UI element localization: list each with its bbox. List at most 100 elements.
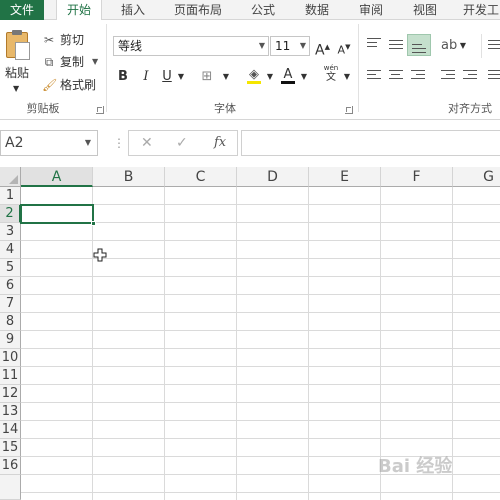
tab-view[interactable]: 视图: [404, 0, 446, 20]
row-header[interactable]: 2: [0, 205, 21, 223]
phonetic-guide-button[interactable]: wén 文: [321, 64, 341, 84]
format-painter-icon: 🖌: [42, 77, 58, 92]
phonetic-top-glyph: wén: [323, 64, 339, 72]
cut-label: 剪切: [60, 33, 85, 47]
row-header[interactable]: [0, 475, 21, 500]
enter-icon[interactable]: ✓: [176, 135, 188, 151]
align-bottom-icon: [412, 44, 426, 56]
orientation-icon[interactable]: ab: [441, 37, 457, 55]
name-box-value: A2: [5, 135, 24, 151]
formula-input[interactable]: [241, 130, 500, 156]
row-header[interactable]: 8: [0, 313, 21, 331]
shrink-font-button[interactable]: A▼: [337, 38, 351, 57]
grow-font-button[interactable]: A▲: [315, 38, 330, 59]
borders-icon[interactable]: ⊞: [200, 68, 214, 86]
column-header[interactable]: E: [309, 167, 381, 187]
group-divider: [358, 24, 359, 112]
bold-button[interactable]: B: [116, 68, 130, 86]
decrease-indent-icon[interactable]: [441, 70, 455, 82]
row-header[interactable]: 7: [0, 295, 21, 313]
increase-indent-icon[interactable]: [463, 70, 477, 82]
align-right-icon[interactable]: [411, 70, 425, 82]
row-header[interactable]: 15: [0, 439, 21, 457]
select-all-button[interactable]: [0, 167, 21, 187]
align-center-icon[interactable]: [389, 70, 403, 82]
shrink-font-glyph: A: [337, 43, 346, 57]
row-header[interactable]: 14: [0, 421, 21, 439]
phonetic-dropdown-icon[interactable]: ▼: [343, 68, 351, 86]
copy-button[interactable]: ⧉ 复制 ▼: [42, 53, 98, 70]
tab-review[interactable]: 审阅: [350, 0, 392, 20]
align-left-icon[interactable]: [367, 70, 381, 82]
copy-label: 复制: [60, 55, 85, 69]
tab-formulas[interactable]: 公式: [242, 0, 284, 20]
row-header[interactable]: 6: [0, 277, 21, 295]
active-cell-a2[interactable]: [20, 204, 94, 224]
font-name-value: 等线: [118, 39, 143, 53]
row-header[interactable]: 4: [0, 241, 21, 259]
cut-button[interactable]: ✂ 剪切: [42, 31, 84, 48]
clipboard-launcher-icon[interactable]: [96, 106, 104, 114]
orientation-dropdown-icon[interactable]: ▼: [459, 37, 467, 55]
underline-dropdown-icon[interactable]: ▼: [177, 68, 185, 86]
group-divider: [481, 34, 482, 58]
clipboard-group-label: 剪贴板: [26, 102, 60, 115]
fill-handle[interactable]: [91, 221, 96, 226]
underline-button[interactable]: U: [160, 68, 174, 86]
tab-page-layout[interactable]: 页面布局: [165, 0, 231, 20]
tab-developer[interactable]: 开发工: [456, 0, 500, 20]
row-header[interactable]: 16: [0, 457, 21, 475]
wrap-text-icon[interactable]: [488, 40, 500, 52]
paste-dropdown-icon[interactable]: ▼: [13, 84, 19, 93]
column-header[interactable]: C: [165, 167, 237, 187]
group-divider: [106, 24, 107, 112]
tab-file[interactable]: 文件: [0, 0, 44, 20]
grow-font-glyph: A: [315, 42, 325, 59]
row-header[interactable]: 9: [0, 331, 21, 349]
font-color-button[interactable]: A: [281, 66, 295, 84]
ribbon-tab-bar: 文件 开始 插入 页面布局 公式 数据 审阅 视图 开发工: [0, 0, 500, 21]
font-size-select[interactable]: 11 ▼: [270, 36, 310, 56]
cancel-icon[interactable]: ✕: [141, 135, 153, 151]
row-header[interactable]: 5: [0, 259, 21, 277]
font-name-select[interactable]: 等线 ▼: [113, 36, 269, 56]
row-header[interactable]: 1: [0, 187, 21, 205]
row-header[interactable]: 10: [0, 349, 21, 367]
fill-color-icon[interactable]: ◈: [247, 66, 261, 84]
cell-cursor-icon: [93, 248, 107, 262]
insert-function-icon[interactable]: fx: [214, 135, 226, 150]
merge-center-icon[interactable]: [488, 70, 500, 82]
chevron-down-icon: ▼: [299, 41, 306, 50]
tab-insert[interactable]: 插入: [110, 0, 156, 20]
formula-bar-resize-icon[interactable]: ⋮: [113, 136, 125, 150]
format-painter-button[interactable]: 🖌 格式刷: [42, 76, 96, 93]
tab-data[interactable]: 数据: [296, 0, 338, 20]
fill-color-dropdown-icon[interactable]: ▼: [266, 68, 274, 86]
font-launcher-icon[interactable]: [345, 106, 353, 114]
row-header[interactable]: 12: [0, 385, 21, 403]
scissors-icon: ✂: [43, 32, 55, 47]
align-top-icon[interactable]: [367, 38, 381, 50]
column-header[interactable]: F: [381, 167, 453, 187]
chevron-down-icon: ▼: [84, 138, 91, 147]
name-box[interactable]: A2 ▼: [0, 130, 98, 156]
row-header[interactable]: 3: [0, 223, 21, 241]
font-color-dropdown-icon[interactable]: ▼: [300, 68, 308, 86]
row-header[interactable]: 11: [0, 367, 21, 385]
column-header[interactable]: G: [453, 167, 500, 187]
paste-button[interactable]: 粘贴: [5, 64, 29, 81]
column-header[interactable]: A: [21, 167, 93, 187]
copy-dropdown-icon: ▼: [92, 57, 99, 66]
column-header[interactable]: D: [237, 167, 309, 187]
row-header[interactable]: 13: [0, 403, 21, 421]
align-middle-icon[interactable]: [389, 40, 403, 52]
tab-home[interactable]: 开始: [56, 0, 102, 21]
borders-dropdown-icon[interactable]: ▼: [222, 68, 230, 86]
phonetic-bottom-glyph: 文: [326, 72, 336, 83]
column-header[interactable]: B: [93, 167, 165, 187]
italic-button[interactable]: I: [139, 68, 153, 86]
paste-icon[interactable]: [6, 30, 30, 60]
chevron-down-icon: ▼: [258, 41, 265, 50]
copy-icon: ⧉: [44, 54, 54, 69]
formula-buttons: ✕ ✓ fx: [128, 130, 238, 156]
